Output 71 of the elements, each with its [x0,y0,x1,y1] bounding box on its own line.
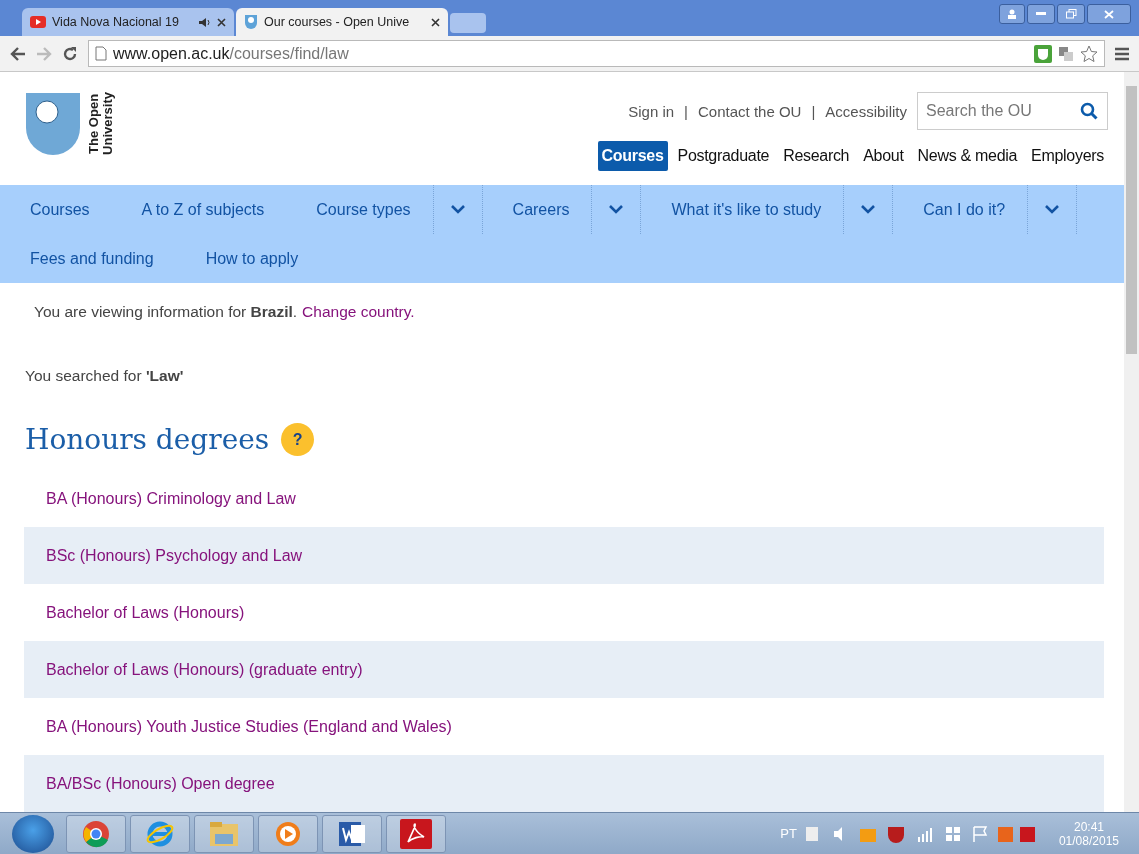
page-icon [95,46,107,61]
search-summary: You searched for 'Law' [25,367,184,385]
main-nav-link[interactable]: About [859,141,908,171]
clock-time: 20:41 [1073,819,1104,834]
utility-link[interactable]: Accessibility [825,102,907,120]
browser-tab[interactable]: Our courses - Open Unive [236,8,448,36]
logo-text: The Open University [87,92,115,155]
shield-logo-icon [25,92,81,158]
chevron-down-icon [1045,205,1060,215]
document-icon [337,819,367,848]
shield-icon [244,14,258,30]
play-icon [274,819,302,848]
sub-nav-link[interactable]: Fees and funding [0,234,176,284]
course-link[interactable]: BSc (Honours) Psychology and Law [24,527,1104,584]
taskbar-app[interactable] [66,814,126,853]
sub-nav-link[interactable]: Course types [286,185,433,235]
chrome-icon [82,819,110,848]
main-nav-link[interactable]: Research [779,141,854,171]
restore-button[interactable] [1057,4,1085,24]
main-nav-link[interactable]: Postgraduate [673,141,774,171]
utility-link[interactable]: Sign in [628,102,675,120]
video-site-icon [30,16,46,28]
minimize-button[interactable] [1027,4,1055,24]
user-button[interactable] [999,4,1025,24]
taskbar-app[interactable] [322,814,382,853]
pdf-icon [400,818,432,849]
minimize-icon [1036,12,1046,16]
change-country-link[interactable]: Change country. [302,303,415,321]
start-button[interactable] [12,814,54,853]
close-icon[interactable] [217,17,226,27]
section-heading: Honours degrees [25,423,270,456]
close-icon[interactable] [431,17,440,27]
back-icon[interactable] [10,46,26,61]
sub-nav-link[interactable]: What it's like to study [641,185,844,235]
sub-nav-link[interactable]: A to Z of subjects [111,185,287,235]
star-icon[interactable] [1080,44,1098,63]
reload-icon[interactable] [62,45,78,62]
sub-nav-link[interactable]: How to apply [175,234,321,284]
person-icon [1007,9,1017,19]
separator: | [684,102,688,120]
search-field[interactable]: Search the OU [917,92,1108,130]
course-link[interactable]: BA/BSc (Honours) Open degree [24,755,1104,812]
shield-extension-icon[interactable] [1034,44,1052,63]
sub-nav-link[interactable]: Can I do it? [893,185,1028,235]
browser-tab[interactable]: Vida Nova Nacional 19 [22,8,234,36]
address-field[interactable]: www.open.ac.uk/courses/find/law [88,40,1105,67]
close-window-button[interactable] [1087,4,1131,24]
close-icon [1104,9,1114,19]
scrollbar-thumb[interactable] [1126,86,1137,354]
main-nav-link[interactable]: Employers [1027,141,1108,171]
chevron-down-icon [450,205,465,215]
utility-link[interactable]: Contact the OU [698,102,802,120]
chevron-down-icon [609,205,624,215]
restore-icon [1065,9,1077,19]
chevron-down-icon [861,205,876,215]
sub-nav-link[interactable]: Careers [482,185,592,235]
main-nav-link[interactable]: News & media [913,141,1022,171]
search-icon[interactable] [1080,102,1098,120]
folder-icon [208,819,240,848]
country-notice: You are viewing information for Brazil. [34,303,298,321]
clock-date: 01/08/2015 [1058,833,1119,848]
main-nav-link[interactable]: Courses [597,141,668,171]
translate-icon[interactable] [1058,45,1074,62]
scrollbar[interactable] [1124,72,1139,812]
sub-nav-link[interactable]: Courses [0,185,112,235]
taskbar-app[interactable] [258,814,318,853]
help-badge[interactable]: ? [281,423,315,456]
taskbar-app[interactable] [386,814,446,853]
course-link[interactable]: Bachelor of Laws (Honours) (graduate entry) [24,641,1104,698]
separator: | [811,102,816,120]
menu-icon[interactable] [1115,46,1129,61]
